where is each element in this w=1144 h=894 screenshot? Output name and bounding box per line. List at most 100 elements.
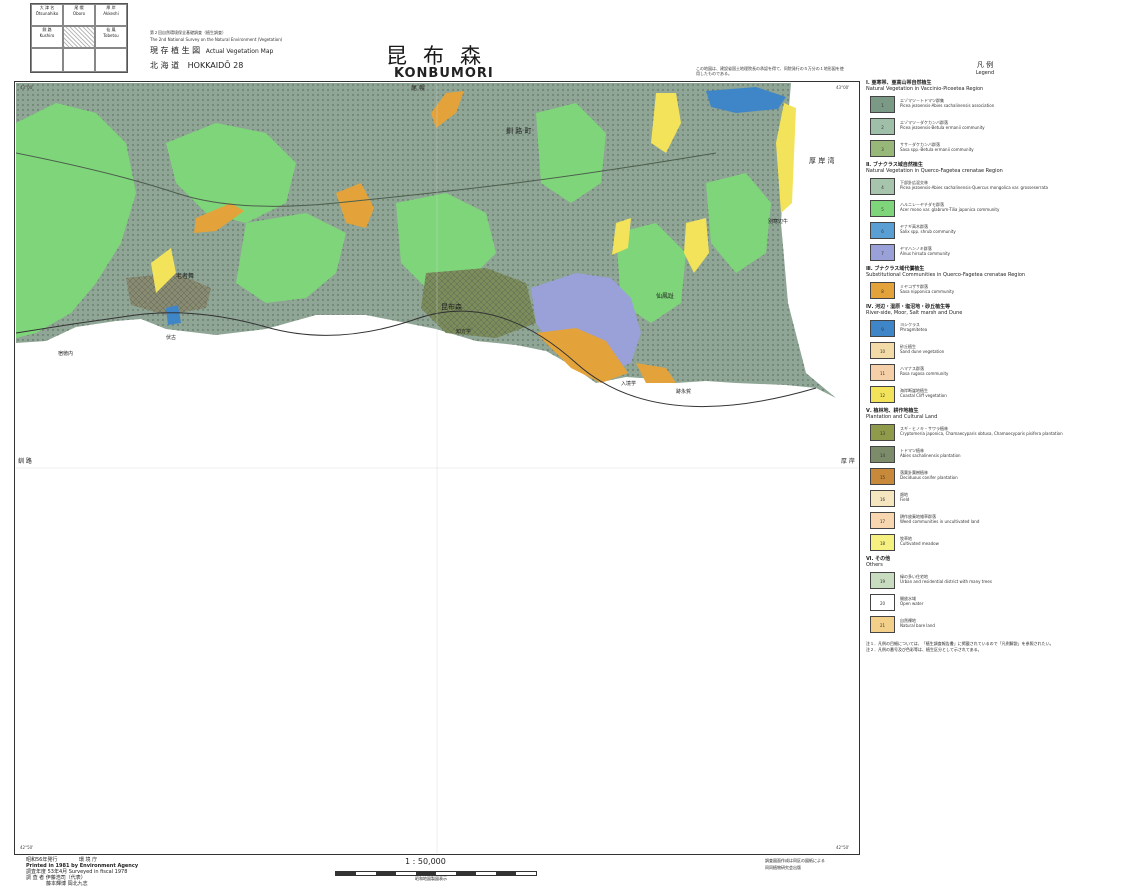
legend-item-en: Cultivated meadow xyxy=(900,541,939,546)
footer-left: 昭和56年発行 環 境 庁 Printed in 1981 by Environ… xyxy=(26,857,138,887)
legend-item-en: Natural bare land xyxy=(900,623,935,628)
place-label: 知方学 xyxy=(456,328,471,335)
legend-section: Ⅱ. ブナクラス域自然植生 Natural Vegetation in Querc… xyxy=(866,162,1144,263)
coord-bottom-right: 42°50' xyxy=(836,845,849,850)
legend-section-sub: Others xyxy=(866,562,883,568)
index-cell-nw: 大 津 名 Ōtsunahiko xyxy=(31,4,63,26)
legend-section-sub: Natural Vegetation in Querco-Fagetea cre… xyxy=(866,168,1003,174)
legend-section-sub: River-side, Moor, Salt marsh and Dune xyxy=(866,310,963,316)
legend-swatch: 11 xyxy=(870,364,895,381)
legend-section: Ⅰ. 亜寒帯、亜高山帯自然植生 Natural Vegetation in Vac… xyxy=(866,80,1144,159)
legend-swatch: 7 xyxy=(870,244,895,261)
legend-item-en: Coastal Cliff vegetation xyxy=(900,393,947,398)
map-type-heading: 現 存 植 生 図 Actual Vegetation Map xyxy=(150,45,273,56)
legend-item-text: 畑地 Field xyxy=(900,492,909,502)
legend-item-en: Weed communities in uncultivated land xyxy=(900,519,980,524)
legend-note: 注２．凡例の番号及び色彩等は、植生区分として示されてある。 xyxy=(866,647,982,652)
legend-item-en: Deciduous conifer plantation xyxy=(900,475,958,480)
survey-line-en: The 2nd National Survey on the Natural E… xyxy=(150,37,283,42)
region-heading: 北 海 道 HOKKAIDŌ 28 xyxy=(150,60,243,71)
legend-section: Ⅵ. その他 Others 19 緑の多い住宅地 Urban and residenti… xyxy=(866,556,1144,635)
region-jp: 北 海 道 xyxy=(150,61,180,70)
legend-item-text: 下部針広混交林 Picea jezoensis-Abies sachalinens… xyxy=(900,180,1048,190)
legend-section-sub: Natural Vegetation in Vaccinio-Piceetea … xyxy=(866,86,984,92)
legend-title-en: Legend xyxy=(975,70,995,76)
legend-swatch: 12 xyxy=(870,386,895,403)
index-cell-current xyxy=(63,26,95,48)
legend-item: 12 海岸断崖地植生 Coastal Cliff vegetation xyxy=(866,385,1144,405)
place-label: 跡永賀 xyxy=(676,388,691,395)
place-label: 尾 幌 xyxy=(411,84,425,92)
place-label: 別寒辺牛 xyxy=(768,218,788,225)
vegetation-map[interactable]: 尾 幌 釧 路 町 厚 岸 湾 昆布森 老者舞 仙鳳趾 知方学 入境学 釧 路 … xyxy=(16,83,858,853)
legend-item-en: Sasa nipponica community xyxy=(900,289,955,294)
legend-section: Ⅴ. 植林地、耕作地植生 Plantation and Cultural Land… xyxy=(866,408,1144,553)
legend-swatch: 15 xyxy=(870,468,895,485)
legend-item-text: エゾマツ－トドマツ群集 Picea jezoensis-Abies sachali… xyxy=(900,98,994,108)
legend-swatch: 5 xyxy=(870,200,895,217)
legend-swatch: 17 xyxy=(870,512,895,529)
legend-item: 19 緑の多い住宅地 Urban and residential district … xyxy=(866,571,1144,591)
legend-item-en: Field xyxy=(900,497,910,502)
place-label-edge: 釧 路 xyxy=(18,457,32,465)
legend-sections: Ⅰ. 亜寒帯、亜高山帯自然植生 Natural Vegetation in Vac… xyxy=(866,80,1144,635)
coord-bottom-left: 42°50' xyxy=(20,845,33,850)
map-type-jp: 現 存 植 生 図 xyxy=(150,46,201,55)
index-cell-ne: 厚 岸 Akkeshi xyxy=(95,4,127,26)
legend-item-text: 牧草地 Cultivated meadow xyxy=(900,536,939,546)
place-label: 昆布森 xyxy=(441,302,462,311)
legend-item: 6 ヤナギ高木群落 Salix spp. shrub community xyxy=(866,221,1144,241)
index-cell-en: Ōtsunahiko xyxy=(35,11,59,16)
index-cell-en: Tobetsu xyxy=(103,33,119,38)
index-cell-se xyxy=(95,48,127,72)
legend-item: 21 自然裸地 Natural bare land xyxy=(866,615,1144,635)
place-label: 老者舞 xyxy=(176,272,194,280)
index-cell-sw xyxy=(31,48,63,72)
legend-item-text: 緑の多い住宅地 Urban and residential district wi… xyxy=(900,574,992,584)
surveyor2-line: 藤本輝博 岡北九志 xyxy=(46,881,88,887)
legend-swatch: 18 xyxy=(870,534,895,551)
legend: 凡 例 Legend Ⅰ. 亜寒帯、亜高山帯自然植生 Natural Vegeta… xyxy=(866,60,1144,653)
legend-item: 9 ヨシクラス Phragmitetea xyxy=(866,319,1144,339)
legend-item-text: 耕作放棄地雑草群落 Weed communities in uncultivate… xyxy=(900,514,979,524)
legend-item: 16 畑地 Field xyxy=(866,489,1144,509)
index-grid: 大 津 名 Ōtsunahiko 尾 幌 Oboro 厚 岸 Akkeshi 釧… xyxy=(30,3,128,73)
legend-swatch: 14 xyxy=(870,446,895,463)
legend-swatch: 2 xyxy=(870,118,895,135)
legend-item-text: ササ－ダケカンバ群落 Sasa spp.-Betula ermanii commu… xyxy=(900,142,974,152)
index-cell-e: 仙 鳳 Tobetsu xyxy=(95,26,127,48)
legend-item-en: Picea jezoensis-Abies sachalinensis-Quer… xyxy=(900,185,1048,190)
coord-top-right: 43°00' xyxy=(836,85,849,90)
legend-swatch: 19 xyxy=(870,572,895,589)
legend-swatch: 16 xyxy=(870,490,895,507)
legend-item-en: Cryptomeria japonica, Chamaecyparis obtu… xyxy=(900,431,1063,436)
legend-item-text: ミヤコザサ群落 Sasa nipponica community xyxy=(900,284,954,294)
legend-item-text: エゾマツ－ダケカンバ群落 Picea jezoensis-Betula erman… xyxy=(900,120,985,130)
legend-item-text: トドマツ植林 Abies sachalinensis plantation xyxy=(900,448,961,458)
place-label: 伏古 xyxy=(166,334,176,341)
map-title-en: KONBUMORI xyxy=(394,66,494,81)
legend-section-sub: Plantation and Cultural Land xyxy=(866,414,938,420)
index-cell-s xyxy=(63,48,95,72)
legend-swatch: 1 xyxy=(870,96,895,113)
place-label-edge: 厚 岸 xyxy=(841,458,855,465)
legend-section-sub: Substitutional Communities in Querco-Fag… xyxy=(866,272,1026,278)
legend-item-text: ヤマハンノキ群落 Alnus hirsuta community xyxy=(900,246,950,256)
place-label: 仙鳳趾 xyxy=(656,292,674,300)
legend-swatch: 21 xyxy=(870,616,895,633)
legend-item-en: Rosa rugosa community xyxy=(900,371,949,376)
legend-item-text: 自然裸地 Natural bare land xyxy=(900,618,935,628)
legend-item-en: Phragmitetea xyxy=(900,327,928,332)
legend-item-text: 砂丘植生 Sand dune vegetation xyxy=(900,344,944,354)
legend-item-en: Alnus hirsuta community xyxy=(900,251,951,256)
legend-item: 3 ササ－ダケカンバ群落 Sasa spp.-Betula ermanii comm… xyxy=(866,139,1144,159)
legend-item-en: Urban and residential district with many… xyxy=(900,579,992,584)
legend-item: 20 開放水域 Open water xyxy=(866,593,1144,613)
scale-label: 1 : 50,000 xyxy=(405,857,446,866)
legend-item-text: ハルニレ－ヤチダモ群落 Acer mono var. glabrum-Tilia … xyxy=(900,202,999,212)
index-cell-w: 釧 路 Kushiro xyxy=(31,26,63,48)
coord-top-left: 43°00' xyxy=(20,85,33,90)
legend-item-text: 落葉針葉樹植林 Deciduous conifer plantation xyxy=(900,470,958,480)
legend-item: 11 ハマナス群落 Rosa rugosa community xyxy=(866,363,1144,383)
survey-line-jp: 第２回自然環境保全基礎調査（植生調査） xyxy=(150,30,226,35)
